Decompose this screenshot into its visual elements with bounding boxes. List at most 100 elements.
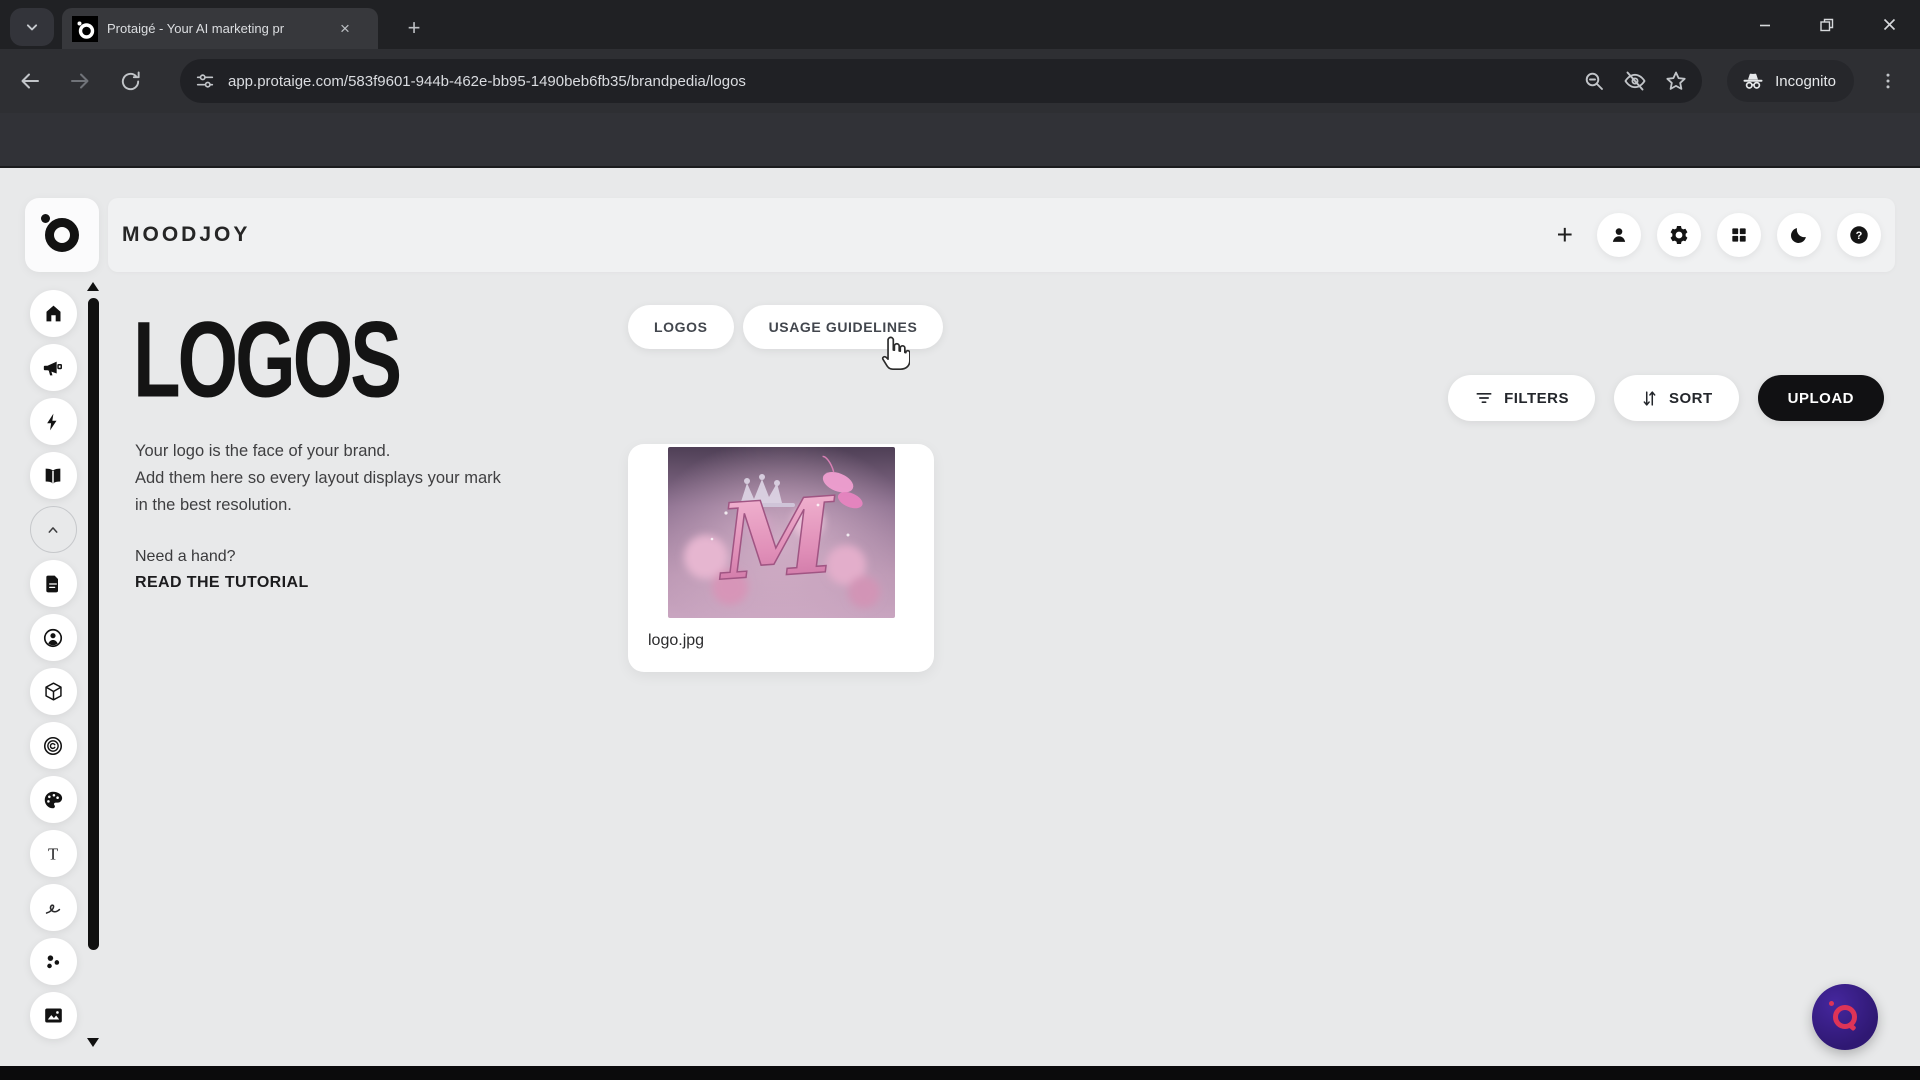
site-favicon: [72, 16, 98, 42]
sidebar-scroll-down-arrow[interactable]: [87, 1038, 99, 1047]
browser-tab-strip: Protaigé - Your AI marketing pr × +: [0, 0, 1920, 49]
upload-button[interactable]: UPLOAD: [1758, 375, 1884, 421]
page-content: MOODJOY + ?: [0, 170, 1920, 1066]
svg-text:T: T: [48, 844, 58, 863]
typography-icon: T: [42, 843, 64, 865]
back-icon: [18, 69, 42, 93]
tab-search-button[interactable]: [10, 8, 54, 46]
brand-name: MOODJOY: [122, 223, 250, 247]
home-icon: [43, 303, 64, 324]
upload-label: UPLOAD: [1788, 390, 1854, 407]
sidebar-scroll-up-arrow[interactable]: [87, 282, 99, 291]
incognito-badge: Incognito: [1727, 60, 1854, 102]
url-bar[interactable]: app.protaige.com/583f9601-944b-462e-bb95…: [180, 59, 1702, 103]
zoom-icon[interactable]: [1582, 69, 1606, 93]
sort-button[interactable]: SORT: [1614, 375, 1739, 421]
help-prompt: Need a hand?: [135, 548, 236, 566]
eye-off-icon[interactable]: [1622, 69, 1648, 93]
forward-button[interactable]: [60, 61, 100, 101]
logo-thumbnail[interactable]: M: [668, 447, 895, 618]
svg-text:?: ?: [1856, 230, 1863, 242]
description-line: in the best resolution.: [135, 492, 501, 519]
forward-icon: [68, 69, 92, 93]
sidebar-item-elements[interactable]: [30, 938, 77, 985]
app-logo[interactable]: [25, 198, 99, 272]
settings-button[interactable]: [1657, 213, 1701, 257]
add-button[interactable]: +: [1557, 219, 1573, 251]
filter-icon: [1474, 388, 1494, 408]
kebab-menu-icon: [1878, 71, 1898, 91]
action-toolbar: FILTERS SORT UPLOAD: [1448, 375, 1884, 421]
filters-button[interactable]: FILTERS: [1448, 375, 1595, 421]
sidebar-item-images[interactable]: [30, 992, 77, 1039]
incognito-label: Incognito: [1775, 73, 1836, 90]
reload-button[interactable]: [110, 61, 150, 101]
tab-logos[interactable]: LOGOS: [628, 305, 734, 349]
sidebar: T: [25, 290, 81, 1039]
browser-tab[interactable]: Protaigé - Your AI marketing pr ×: [62, 8, 378, 49]
browser-toolbar: app.protaige.com/583f9601-944b-462e-bb95…: [0, 49, 1920, 113]
sidebar-item-products[interactable]: [30, 668, 77, 715]
page-header: MOODJOY + ?: [108, 198, 1895, 272]
sidebar-item-persona[interactable]: [30, 614, 77, 661]
sidebar-item-home[interactable]: [30, 290, 77, 337]
palette-icon: [42, 789, 64, 811]
close-window-button[interactable]: [1858, 0, 1920, 49]
url-bar-icons: [1582, 69, 1688, 93]
apps-grid-button[interactable]: [1717, 213, 1761, 257]
chevron-up-icon: [43, 520, 63, 540]
chrome-lower-band: [0, 113, 1920, 168]
mouse-cursor: [880, 335, 910, 371]
person-icon: [1608, 224, 1630, 246]
sidebar-scrollbar-thumb[interactable]: [88, 298, 99, 950]
grid-icon: [1729, 225, 1749, 245]
incognito-icon: [1741, 69, 1765, 93]
tab-close-icon[interactable]: ×: [336, 18, 354, 39]
sidebar-item-campaigns[interactable]: [30, 344, 77, 391]
url-text[interactable]: app.protaige.com/583f9601-944b-462e-bb95…: [228, 73, 1570, 90]
person-circle-icon: [42, 627, 64, 649]
sort-icon: [1640, 389, 1659, 408]
screen-bottom-bar: [0, 1066, 1920, 1080]
book-icon: [42, 465, 64, 487]
image-icon: [43, 1005, 64, 1026]
page-title: LOGOS: [133, 298, 399, 422]
logo-file-card[interactable]: M logo.jpg: [628, 444, 934, 672]
cube-icon: [43, 681, 64, 702]
new-tab-button[interactable]: +: [398, 12, 430, 44]
sidebar-item-typography[interactable]: T: [30, 830, 77, 877]
shapes-dots-icon: [42, 951, 64, 973]
site-settings-icon[interactable]: [194, 70, 216, 92]
restore-button[interactable]: [1796, 0, 1858, 49]
browser-menu-button[interactable]: [1870, 63, 1906, 99]
close-icon: [1882, 17, 1897, 32]
hand-pointer-icon: [880, 335, 910, 371]
tab-title: Protaigé - Your AI marketing pr: [107, 21, 327, 36]
question-icon: ?: [1848, 224, 1870, 246]
file-name: logo.jpg: [648, 632, 704, 650]
brand-ring-icon: [45, 218, 79, 252]
bookmark-star-icon[interactable]: [1664, 69, 1688, 93]
tab-usage-guidelines[interactable]: USAGE GUIDELINES: [743, 305, 944, 349]
help-button[interactable]: ?: [1837, 213, 1881, 257]
minimize-button[interactable]: [1734, 0, 1796, 49]
copyright-icon: [42, 735, 64, 757]
document-icon: [43, 574, 63, 594]
description-line: Your logo is the face of your brand.: [135, 438, 501, 465]
sidebar-collapse-button[interactable]: [30, 506, 77, 553]
assistant-chat-button[interactable]: [1812, 984, 1878, 1050]
sidebar-item-colors[interactable]: [30, 776, 77, 823]
sidebar-item-quick-actions[interactable]: [30, 398, 77, 445]
profile-button[interactable]: [1597, 213, 1641, 257]
sidebar-item-signature[interactable]: [30, 884, 77, 931]
back-button[interactable]: [10, 61, 50, 101]
description-line: Add them here so every layout displays y…: [135, 465, 501, 492]
read-tutorial-link[interactable]: READ THE TUTORIAL: [135, 574, 309, 592]
dark-mode-button[interactable]: [1777, 213, 1821, 257]
sidebar-item-trademarks[interactable]: [30, 722, 77, 769]
window-controls: [1734, 0, 1920, 49]
sidebar-item-brandbook[interactable]: [30, 452, 77, 499]
megaphone-icon: [42, 357, 64, 379]
sidebar-item-documents[interactable]: [30, 560, 77, 607]
sort-label: SORT: [1669, 390, 1713, 407]
